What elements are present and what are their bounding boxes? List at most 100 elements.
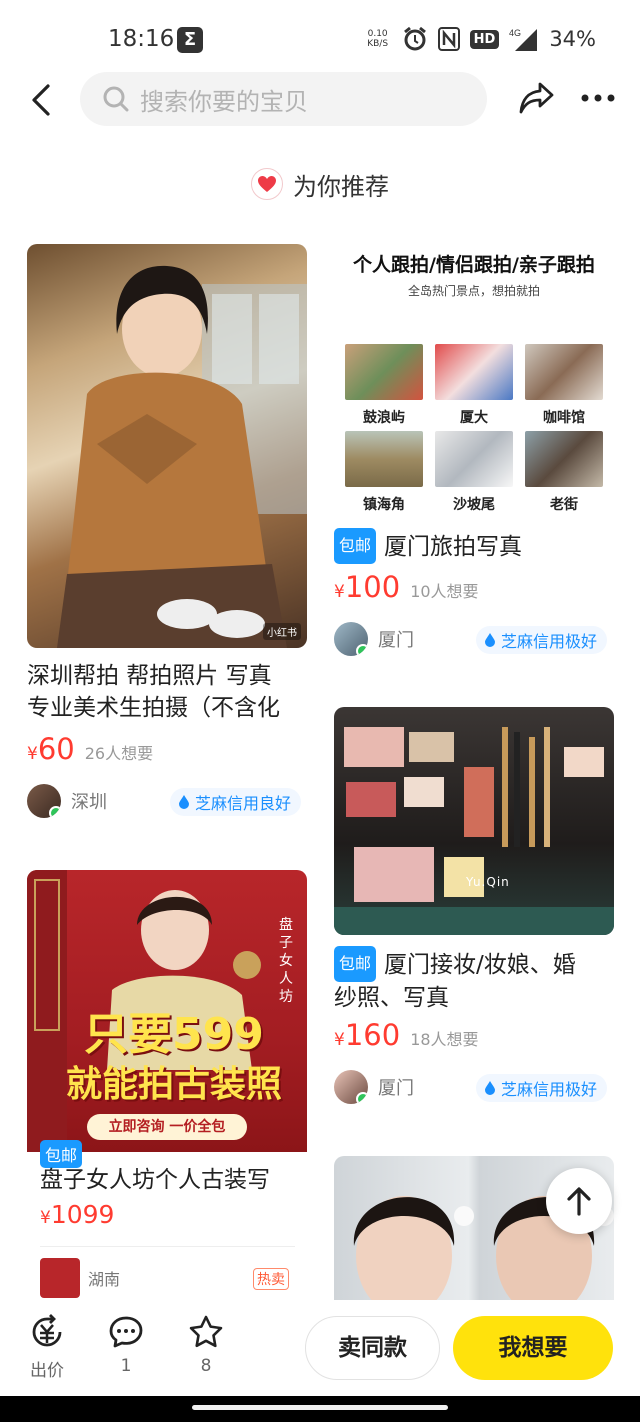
product-title-1[interactable]: 深圳帮拍 帮拍照片 写真 专业美术生拍摄（不含化 — [27, 660, 307, 724]
top-bar: 搜索你要的宝贝 — [0, 70, 640, 130]
free-shipping-badge: 包邮 — [334, 528, 377, 564]
product-title-3[interactable]: 盘子女人坊个人古装写 — [40, 1164, 300, 1196]
product-price-4: ¥160 18人想要 — [334, 1018, 479, 1052]
spot-item: 鼓浪屿 — [345, 344, 423, 427]
ad-cta: 立即咨询 一价全包 — [87, 1114, 247, 1140]
back-to-top-button[interactable] — [546, 1168, 612, 1234]
product-title-2-text: 厦门旅拍写真 — [384, 534, 523, 560]
app-notification-icon: Σ — [177, 27, 203, 53]
spot-label: 厦大 — [460, 410, 488, 426]
system-nav-bar — [0, 1396, 640, 1422]
arrow-up-icon — [567, 1187, 591, 1216]
offer-label: 出价 — [30, 1361, 64, 1381]
photo-portrait — [57, 265, 307, 648]
avatar[interactable] — [27, 784, 61, 818]
bottom-action-bar: 出价 1 8 卖同款 我想要 — [0, 1300, 640, 1396]
credit-badge-2: 芝麻信用极好 — [476, 626, 608, 654]
brand-vertical: 盘子女人坊 — [279, 917, 293, 1005]
battery-level: 34% — [549, 27, 596, 51]
spot-item: 厦大 — [435, 344, 513, 427]
currency-symbol: ¥ — [27, 744, 38, 764]
yuan-offer-icon — [32, 1314, 62, 1347]
credit-badge-4: 芝麻信用极好 — [476, 1074, 608, 1102]
product-title-1-line2: 专业美术生拍摄（不含化 — [27, 695, 280, 721]
credit-text: 芝麻信用极好 — [501, 1080, 598, 1099]
ad-headline-line1: 只要599 — [84, 1009, 264, 1060]
currency-symbol: ¥ — [334, 582, 345, 602]
status-bar: 18:16 Σ 0.10 KB/S HD 4G 34% — [0, 0, 640, 80]
seller-info-3[interactable]: 湖南 — [40, 1258, 120, 1298]
home-indicator[interactable] — [192, 1405, 448, 1410]
favorite-button[interactable]: 8 — [181, 1314, 231, 1376]
product-title-4[interactable]: 包邮 厦门接妆/妆娘、婚 纱照、写真 — [334, 946, 614, 1014]
svg-text:4G: 4G — [509, 28, 521, 38]
comment-icon — [109, 1316, 143, 1348]
offer-button[interactable]: 出价 — [22, 1314, 72, 1381]
share-icon[interactable] — [518, 80, 556, 116]
banner-subtitle: 全岛热门景点，想拍就拍 — [407, 284, 540, 298]
spot-label: 咖啡馆 — [543, 410, 585, 426]
status-icons: 0.10 KB/S HD 4G 34% — [364, 26, 596, 52]
drop-icon — [485, 1081, 495, 1095]
spot-label: 沙坡尾 — [453, 497, 495, 513]
want-button[interactable]: 我想要 — [453, 1316, 613, 1380]
avatar[interactable] — [334, 622, 368, 656]
product-title-4-line2: 纱照、写真 — [334, 985, 449, 1011]
product-title-4-line1: 厦门接妆/妆娘、婚 — [384, 952, 576, 978]
seller-location: 深圳 — [71, 792, 107, 813]
ad-headline: 只要599 就能拍古装照 — [49, 1010, 299, 1110]
sell-same-button[interactable]: 卖同款 — [305, 1316, 440, 1380]
status-time: 18:16 — [108, 26, 175, 52]
product-image-3[interactable]: 只要599 就能拍古装照 立即咨询 一价全包 盘子女人坊 — [27, 870, 307, 1152]
product-image-1[interactable]: 小红书 — [27, 244, 307, 648]
hd-badge: HD — [469, 29, 500, 49]
price-value: 100 — [344, 570, 401, 604]
favorite-count: 8 — [200, 1356, 212, 1376]
product-title-1-line1: 深圳帮拍 帮拍照片 写真 — [27, 663, 272, 689]
nfc-icon — [437, 27, 460, 51]
online-dot — [356, 644, 368, 656]
currency-symbol: ¥ — [40, 1208, 51, 1228]
comment-count: 1 — [120, 1356, 132, 1376]
spot-label: 鼓浪屿 — [363, 410, 405, 426]
product-image-4[interactable]: Yu.Qin — [334, 707, 614, 935]
comment-button[interactable]: 1 — [101, 1314, 151, 1376]
online-dot — [49, 806, 61, 818]
seller-info-2[interactable]: 厦门 — [334, 622, 414, 656]
shop-logo[interactable] — [40, 1258, 80, 1298]
recommend-title: 为你推荐 — [293, 172, 389, 201]
back-icon[interactable] — [26, 80, 58, 120]
banner-title: 个人跟拍/情侣跟拍/亲子跟拍 — [353, 254, 595, 276]
want-count: 18人想要 — [410, 1030, 479, 1049]
image-watermark: 小红书 — [263, 623, 301, 640]
drop-icon — [179, 795, 189, 809]
search-input[interactable]: 搜索你要的宝贝 — [80, 72, 487, 126]
search-icon — [103, 86, 129, 112]
ad-headline-line2: 就能拍古装照 — [65, 1064, 282, 1105]
seller-info-4[interactable]: 厦门 — [334, 1070, 414, 1104]
app-screen: 18:16 Σ 0.10 KB/S HD 4G 34% 搜索你要的宝贝 为你推荐 — [0, 0, 640, 1422]
price-value: 1099 — [50, 1200, 115, 1229]
hot-badge: 热卖 — [253, 1268, 289, 1290]
alarm-icon — [403, 26, 426, 51]
seller-location: 厦门 — [378, 1078, 414, 1099]
seller-info-1[interactable]: 深圳 — [27, 784, 107, 818]
product-title-2[interactable]: 包邮 厦门旅拍写真 — [334, 528, 614, 564]
more-icon[interactable] — [580, 88, 616, 108]
spot-item: 咖啡馆 — [525, 344, 603, 427]
star-icon — [189, 1315, 223, 1348]
credit-text: 芝麻信用良好 — [195, 794, 292, 813]
avatar[interactable] — [334, 1070, 368, 1104]
credit-badge-1: 芝麻信用良好 — [170, 788, 302, 816]
online-dot — [356, 1092, 368, 1104]
spot-label: 老街 — [550, 497, 578, 513]
recommend-header: 为你推荐 — [0, 162, 640, 206]
product-price-3: ¥1099 — [40, 1200, 114, 1229]
spot-item: 镇海角 — [345, 431, 423, 514]
search-placeholder: 搜索你要的宝贝 — [140, 87, 308, 116]
want-count: 10人想要 — [410, 582, 479, 601]
price-value: 160 — [344, 1018, 401, 1052]
heart-icon — [251, 168, 283, 200]
drop-icon — [485, 633, 495, 647]
net-speed-value: 0.10 — [367, 29, 388, 39]
